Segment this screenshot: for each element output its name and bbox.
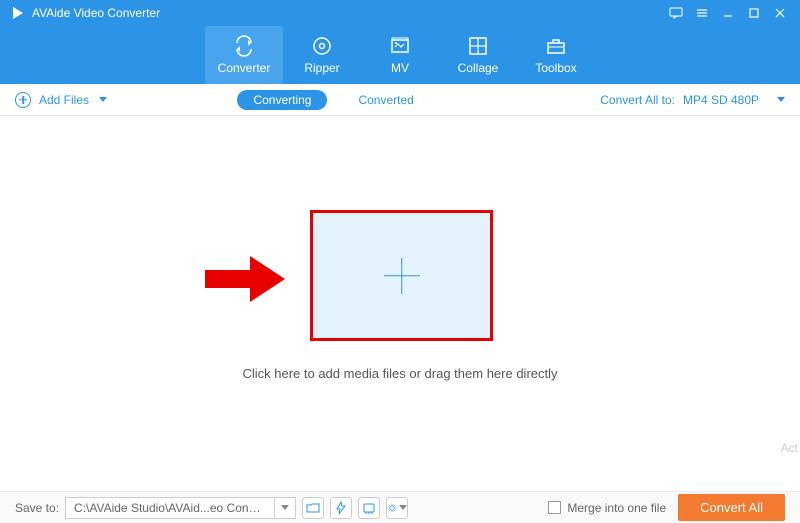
nav-toolbox[interactable]: Toolbox xyxy=(517,26,595,84)
dropzone-hint: Click here to add media files or drag th… xyxy=(0,366,800,381)
menu-icon[interactable] xyxy=(692,6,712,20)
settings-button[interactable] xyxy=(386,497,408,519)
app-logo-icon xyxy=(10,5,26,21)
add-files-button[interactable]: Add Files xyxy=(15,92,107,108)
plus-icon xyxy=(384,258,420,294)
top-nav: Converter Ripper MV Collage Toolbox xyxy=(0,26,800,84)
app-title: AVAide Video Converter xyxy=(32,6,660,20)
add-files-label: Add Files xyxy=(39,93,89,107)
chevron-down-icon xyxy=(399,505,407,510)
chevron-down-icon xyxy=(281,505,289,510)
status-tabs: Converting Converted xyxy=(237,90,429,110)
ripper-icon xyxy=(311,35,333,57)
watermark-text: Act xyxy=(781,441,798,455)
nav-label: Collage xyxy=(458,61,499,75)
gpu-accel-button[interactable] xyxy=(358,497,380,519)
plus-circle-icon xyxy=(15,92,31,108)
toolbox-icon xyxy=(545,35,567,57)
format-value: MP4 SD 480P xyxy=(683,93,759,107)
convert-all-label: Convert All to: xyxy=(600,93,675,107)
tab-converted[interactable]: Converted xyxy=(342,90,429,110)
nav-label: MV xyxy=(391,61,409,75)
chevron-down-icon xyxy=(777,97,785,102)
checkbox-icon xyxy=(548,501,561,514)
main-area: Click here to add media files or drag th… xyxy=(0,116,800,491)
tab-converting[interactable]: Converting xyxy=(237,90,327,110)
save-path-dropdown[interactable] xyxy=(274,497,296,519)
high-speed-button[interactable] xyxy=(330,497,352,519)
nav-ripper[interactable]: Ripper xyxy=(283,26,361,84)
feedback-icon[interactable] xyxy=(666,6,686,20)
chevron-down-icon xyxy=(99,97,107,102)
save-path-field[interactable]: C:\AVAide Studio\AVAid...eo Converter\Co… xyxy=(65,497,275,519)
open-folder-button[interactable] xyxy=(302,497,324,519)
nav-converter[interactable]: Converter xyxy=(205,26,283,84)
tool-bar: Add Files Converting Converted Convert A… xyxy=(0,84,800,116)
close-button[interactable] xyxy=(770,7,790,19)
converter-icon xyxy=(233,35,255,57)
bottom-bar: Save to: C:\AVAide Studio\AVAid...eo Con… xyxy=(0,491,800,523)
add-media-dropzone[interactable] xyxy=(310,210,493,341)
mv-icon xyxy=(389,35,411,57)
minimize-button[interactable] xyxy=(718,7,738,19)
collage-icon xyxy=(467,35,489,57)
nav-label: Converter xyxy=(218,61,271,75)
convert-all-group: Convert All to: MP4 SD 480P xyxy=(600,93,785,107)
titlebar: AVAide Video Converter xyxy=(0,0,800,26)
nav-label: Toolbox xyxy=(535,61,576,75)
convert-all-button[interactable]: Convert All xyxy=(678,494,785,521)
merge-checkbox[interactable]: Merge into one file xyxy=(548,501,666,515)
annotation-arrow-icon xyxy=(205,256,285,307)
merge-label: Merge into one file xyxy=(567,501,666,515)
save-to-label: Save to: xyxy=(15,501,59,515)
format-select[interactable]: MP4 SD 480P xyxy=(683,93,785,107)
nav-label: Ripper xyxy=(304,61,339,75)
nav-collage[interactable]: Collage xyxy=(439,26,517,84)
nav-mv[interactable]: MV xyxy=(361,26,439,84)
maximize-button[interactable] xyxy=(744,7,764,19)
